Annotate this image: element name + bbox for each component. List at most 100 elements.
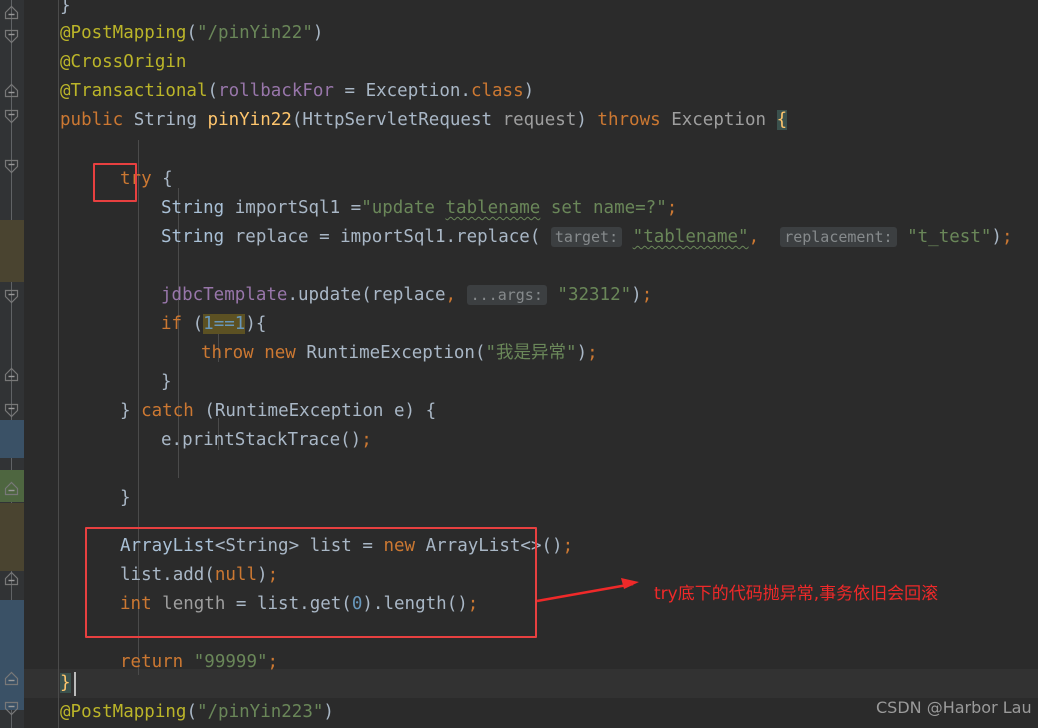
- token-keyword: new: [264, 343, 296, 363]
- watermark-label: CSDN @Harbor Lau: [876, 698, 1032, 717]
- vcs-change-stripe[interactable]: [0, 503, 24, 571]
- token-variable: list: [120, 565, 163, 585]
- token-string: "tablename": [632, 227, 749, 247]
- token-method-call: update: [297, 285, 362, 305]
- code-line: String replace = importSql1.replace( tar…: [161, 227, 1013, 247]
- token-type: String: [161, 227, 225, 247]
- fold-expand-icon[interactable]: [3, 700, 20, 717]
- code-line: throw new RuntimeException("我是异常");: [201, 343, 598, 363]
- code-line: ArrayList<String> list = new ArrayList<>…: [120, 536, 574, 556]
- token-open-brace-highlighted: {: [776, 110, 788, 130]
- vcs-change-stripe[interactable]: [0, 420, 24, 458]
- token-keyword: null: [214, 565, 258, 585]
- token-annotation: @PostMapping: [60, 23, 187, 43]
- token-keyword: return: [120, 652, 184, 672]
- fold-collapse-icon[interactable]: [3, 480, 20, 497]
- fold-expand-icon[interactable]: [3, 158, 20, 175]
- token-string-table: tablename: [445, 198, 541, 218]
- code-editor-area[interactable]: } @PostMapping("/pinYin22") @CrossOrigin…: [24, 0, 1038, 728]
- code-line: jdbcTemplate.update(replace, ...args: "3…: [161, 285, 653, 305]
- inlay-hint-args[interactable]: ...args:: [466, 285, 547, 305]
- fold-collapse-icon[interactable]: [3, 366, 20, 383]
- code-line: if (1==1){: [161, 314, 267, 334]
- fold-expand-icon[interactable]: [3, 402, 20, 419]
- token-string-part: "update: [361, 198, 446, 218]
- token-condition-highlighted: 1==1: [203, 314, 246, 334]
- code-line: @PostMapping("/pinYin223"): [60, 702, 334, 722]
- token-method-call: replace: [456, 227, 530, 247]
- token-annotation: @CrossOrigin: [60, 52, 187, 72]
- vcs-change-stripe[interactable]: [0, 600, 24, 710]
- token-keyword: catch: [141, 401, 194, 421]
- fold-expand-icon[interactable]: [3, 108, 20, 125]
- token-method-call: printStackTrace: [182, 430, 341, 450]
- token-keyword: if: [161, 314, 183, 334]
- code-line: String importSql1 ="update tablename set…: [161, 198, 678, 218]
- token-variable: list: [309, 536, 352, 556]
- annotation-note-text: try底下的代码抛异常,事务依旧会回滚: [654, 584, 939, 604]
- code-line: return "99999";: [120, 652, 279, 672]
- token-keyword: throw: [201, 343, 254, 363]
- token-type: HttpServletRequest: [302, 110, 493, 130]
- fold-expand-icon[interactable]: [3, 288, 20, 305]
- fold-collapse-icon[interactable]: [3, 570, 20, 587]
- code-line: }: [60, 0, 71, 21]
- code-line: try {: [120, 169, 173, 189]
- token-variable: list: [256, 594, 300, 614]
- token-close-brace-highlighted: }: [60, 673, 71, 693]
- annotation-arrow-icon: [536, 578, 639, 603]
- token-variable: replace: [371, 285, 446, 305]
- editor-gutter[interactable]: [0, 0, 24, 728]
- token-keyword: throws: [597, 110, 661, 130]
- token-keyword: public: [60, 110, 124, 130]
- code-line: }: [60, 669, 71, 698]
- token-generic: <>: [520, 536, 542, 556]
- inlay-hint-replacement[interactable]: replacement:: [780, 227, 897, 247]
- token-type: String: [161, 198, 225, 218]
- token-close-brace: }: [120, 488, 131, 508]
- code-line: }: [120, 484, 131, 513]
- code-line: @Transactional(rollbackFor = Exception.c…: [60, 81, 535, 101]
- code-line: @PostMapping("/pinYin22"): [60, 23, 324, 43]
- token-annotation: @PostMapping: [60, 702, 187, 722]
- code-line: int length = list.get(0).length();: [120, 594, 479, 614]
- inlay-hint-target[interactable]: target:: [550, 227, 623, 247]
- token-method-call: length: [383, 594, 447, 614]
- token-variable: importSql1: [234, 198, 341, 218]
- token-keyword: new: [383, 536, 416, 556]
- token-string: "t_test": [907, 227, 992, 247]
- token-type: String: [133, 110, 197, 130]
- token-string: "我是异常": [485, 343, 577, 363]
- code-line: }: [161, 368, 172, 397]
- token-type: Exception: [365, 81, 461, 101]
- fold-expand-icon[interactable]: [3, 28, 20, 45]
- token-method-call: get: [309, 594, 342, 614]
- token-keyword: int: [120, 594, 152, 614]
- token-close-brace: }: [60, 0, 71, 16]
- token-field: jdbcTemplate: [161, 285, 288, 305]
- token-keyword: class: [470, 81, 524, 101]
- token-try-keyword: try: [120, 169, 152, 189]
- vcs-change-stripe[interactable]: [0, 220, 24, 282]
- fold-collapse-icon[interactable]: [3, 670, 20, 687]
- code-line: @CrossOrigin: [60, 48, 186, 77]
- code-line: public String pinYin22(HttpServletReques…: [60, 110, 788, 130]
- fold-collapse-icon[interactable]: [3, 82, 20, 99]
- token-type: RuntimeException: [214, 401, 384, 421]
- token-string: "99999": [193, 652, 268, 672]
- text-caret: [74, 672, 76, 696]
- code-line: } catch (RuntimeException e) {: [120, 401, 437, 421]
- token-close-brace: }: [120, 401, 131, 421]
- token-type: ArrayList: [120, 536, 215, 556]
- code-line: list.add(null);: [120, 565, 279, 585]
- fold-collapse-icon[interactable]: [3, 4, 20, 21]
- token-string: "/pinYin223": [196, 702, 324, 722]
- token-string: "32312": [557, 285, 632, 305]
- token-type: RuntimeException: [306, 343, 475, 363]
- code-line: e.printStackTrace();: [161, 430, 372, 450]
- token-string: "/pinYin22": [196, 23, 313, 43]
- token-variable: e: [161, 430, 172, 450]
- token-type: Exception: [671, 110, 767, 130]
- token-attribute: rollbackFor: [218, 81, 334, 101]
- token-close-brace: }: [161, 372, 172, 392]
